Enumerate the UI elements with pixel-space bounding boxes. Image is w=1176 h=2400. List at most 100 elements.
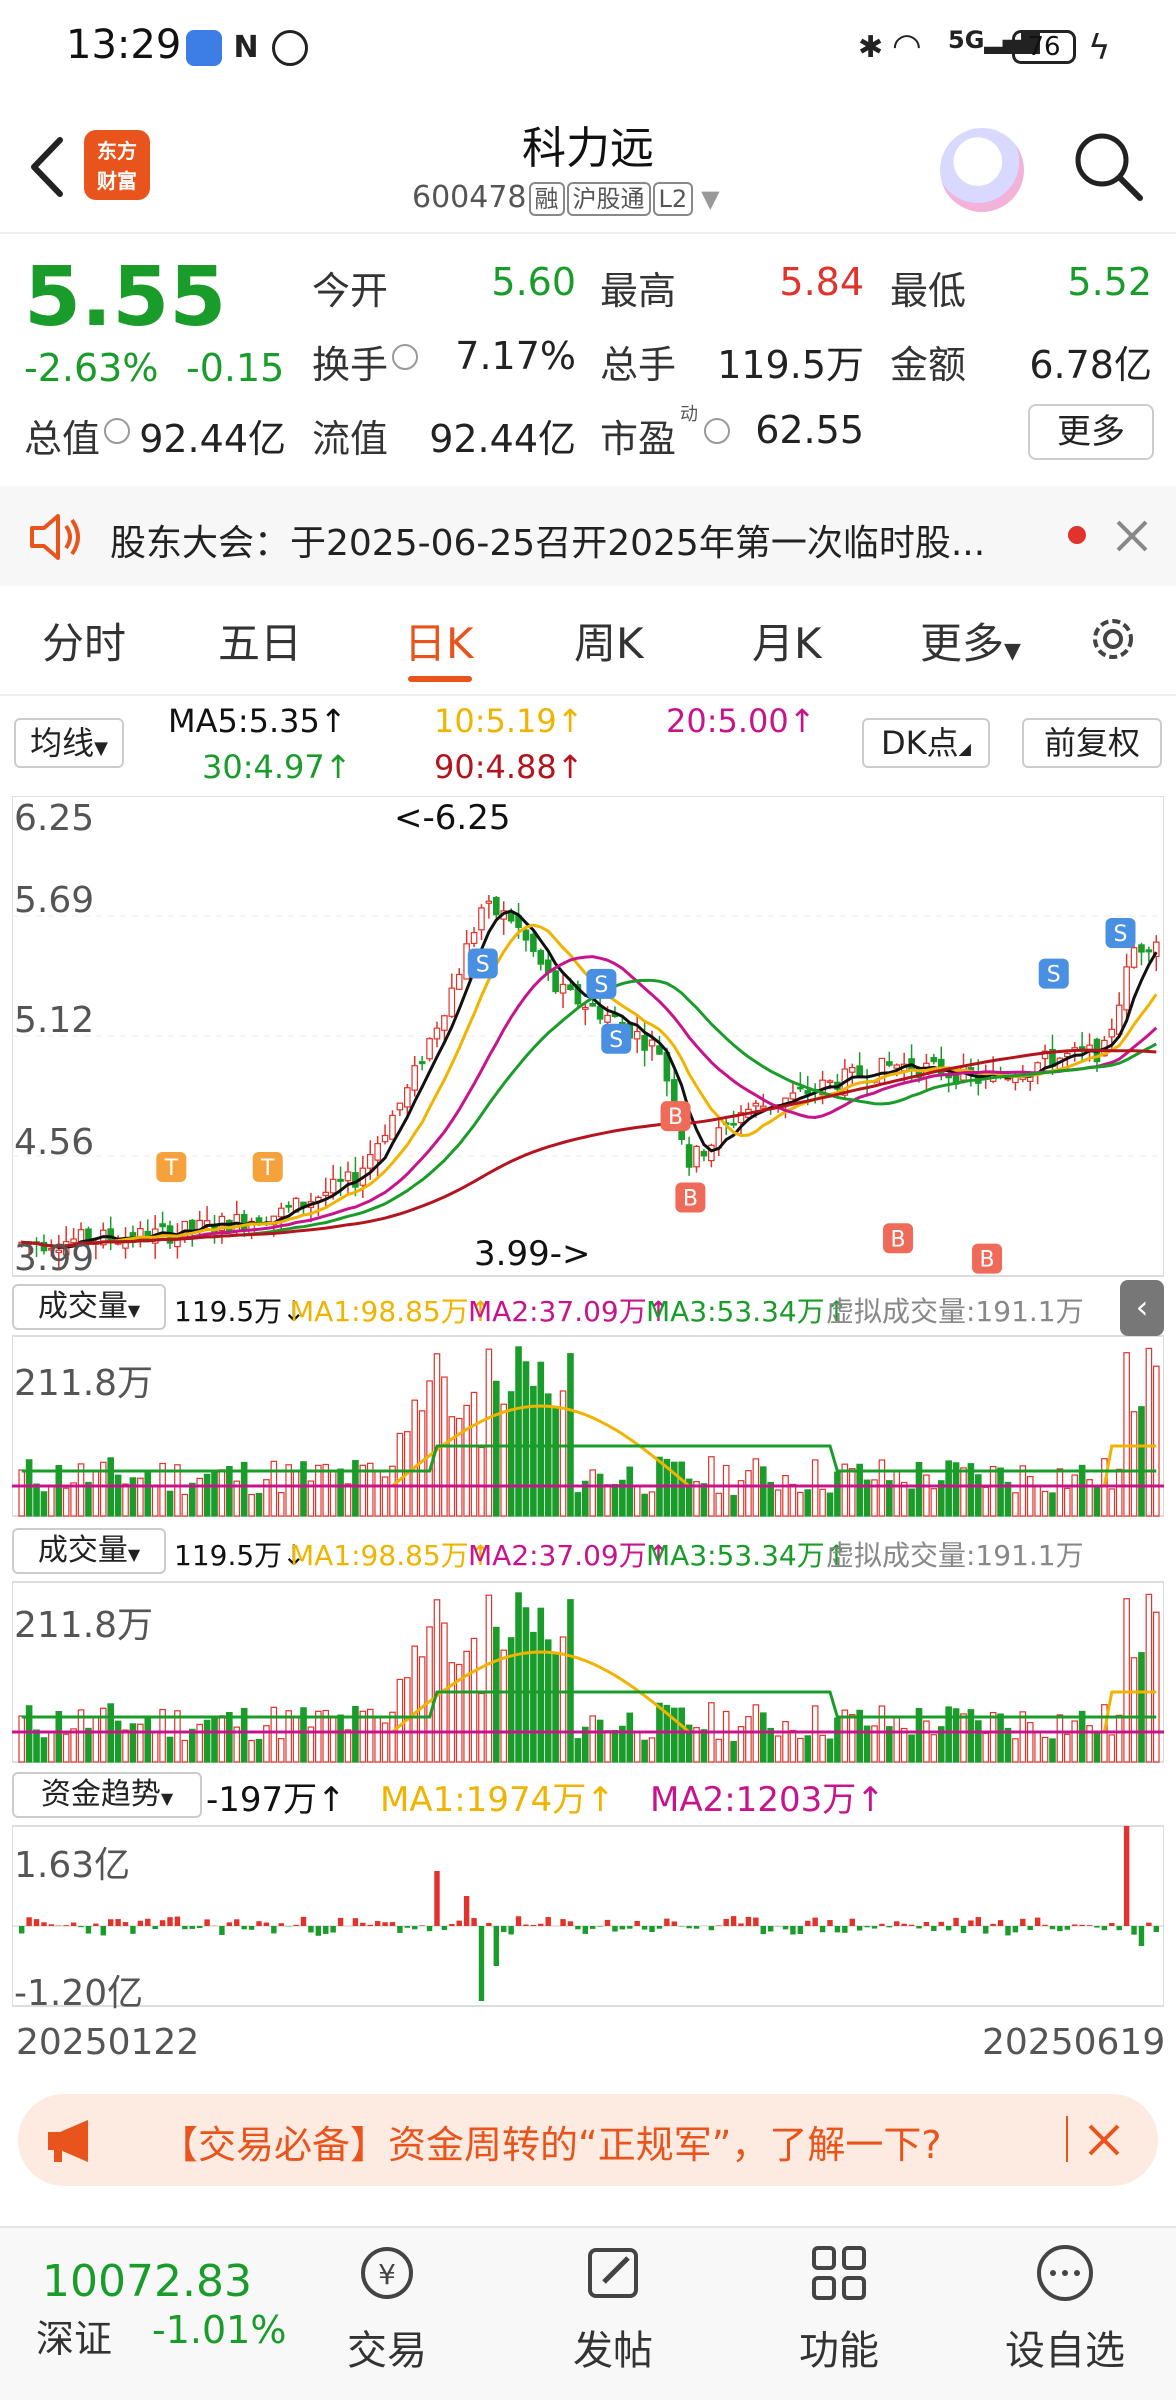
- signal-badge-label: T: [260, 1156, 275, 1181]
- volume-bar: [544, 1393, 552, 1517]
- candle-body: [693, 1145, 700, 1168]
- collapse-panel-icon[interactable]: ‹: [1120, 1280, 1164, 1336]
- price-adjust-selector[interactable]: 前复权: [1022, 718, 1162, 768]
- tab-five-day[interactable]: 五日: [218, 610, 302, 671]
- volume-bar: [463, 1404, 470, 1517]
- settings-gear-icon[interactable]: [1084, 610, 1142, 668]
- fund-bar: [856, 1926, 863, 1931]
- volume-bar: [819, 1734, 826, 1763]
- tab-intraday[interactable]: 分时: [42, 610, 126, 671]
- volume-bar: [381, 1476, 389, 1517]
- charging-icon: ϟ: [1088, 28, 1111, 68]
- volume-bar: [1138, 1652, 1145, 1763]
- fund-bar: [107, 1919, 114, 1926]
- change-value: -0.15: [186, 346, 285, 390]
- candle-body: [411, 1065, 419, 1091]
- volume-bar: [960, 1713, 967, 1763]
- index-change[interactable]: -1.01%: [152, 2308, 286, 2352]
- close-icon[interactable]: [1112, 516, 1152, 556]
- more-button[interactable]: 更多: [1028, 404, 1154, 460]
- stock-chart[interactable]: T T S S S B B B B S S: [12, 796, 1164, 2010]
- fund-bar: [63, 1925, 69, 1926]
- nav-features[interactable]: 功能: [764, 2240, 914, 2376]
- fund-bar: [471, 1918, 477, 1926]
- volume-bar: [1019, 1465, 1027, 1517]
- promo-close-icon[interactable]: [1084, 2120, 1124, 2160]
- candle-body: [1130, 947, 1138, 968]
- volume-selector-1[interactable]: 成交量▼: [12, 1284, 166, 1330]
- tab-weekly-k[interactable]: 周K: [574, 610, 644, 671]
- info-icon[interactable]: [392, 344, 418, 370]
- fund-bar: [1153, 1926, 1159, 1932]
- tab-daily-k[interactable]: 日K: [404, 610, 474, 671]
- current-price: 5.55: [24, 250, 227, 345]
- nav-trade[interactable]: ¥ 交易: [312, 2240, 462, 2376]
- fund-frame: [12, 1825, 1164, 2007]
- tabs-divider: [0, 694, 1176, 696]
- volume-bar: [848, 1714, 856, 1763]
- fund-bar: [827, 1920, 833, 1926]
- index-value[interactable]: 10072.83: [42, 2256, 252, 2307]
- candle-body: [1138, 944, 1145, 953]
- candle-body: [581, 1006, 589, 1010]
- candle-body: [552, 970, 559, 993]
- stat-value: 92.44亿: [139, 417, 286, 461]
- volume-bar: [1056, 1714, 1064, 1763]
- volume-bar: [315, 1710, 322, 1763]
- fund-bar: [226, 1922, 233, 1926]
- dropdown-icon[interactable]: ▼: [701, 185, 719, 213]
- fund-bar: [560, 1919, 566, 1926]
- candle-body: [759, 1105, 767, 1109]
- fund-bar: [797, 1926, 804, 1934]
- fund-bar: [590, 1926, 596, 1929]
- fund-bar: [204, 1919, 210, 1926]
- candle-body: [277, 1207, 285, 1218]
- fund-bar: [404, 1926, 411, 1928]
- index-name[interactable]: 深证: [36, 2308, 112, 2363]
- fund-bar: [538, 1923, 544, 1926]
- tab-more[interactable]: 更多▼: [920, 610, 1021, 671]
- volume-bar: [633, 1731, 641, 1763]
- search-icon[interactable]: [1070, 128, 1146, 204]
- volume-bar: [900, 1727, 908, 1763]
- candle-body: [685, 1144, 693, 1168]
- status-time: 13:29: [66, 22, 182, 68]
- fund-bar: [456, 1920, 462, 1926]
- stat-sup: 动: [680, 404, 698, 425]
- volume-selector-2[interactable]: 成交量▼: [12, 1528, 166, 1574]
- fund-bar: [834, 1926, 841, 1933]
- volume-bar: [641, 1493, 648, 1517]
- volume-bar: [33, 1729, 40, 1763]
- nav-post[interactable]: 发帖: [538, 2240, 688, 2376]
- info-icon[interactable]: [704, 418, 730, 444]
- volume-bar: [989, 1465, 997, 1517]
- volume-bar: [500, 1403, 508, 1517]
- volume-bar: [1145, 1347, 1153, 1517]
- fund-bar: [323, 1926, 329, 1934]
- robot-assistant-avatar[interactable]: [940, 128, 1024, 212]
- signal-badge-label: T: [164, 1156, 179, 1181]
- ma-selector[interactable]: 均线▼: [14, 718, 124, 768]
- volume-bar: [515, 1592, 522, 1763]
- volume-bar: [1026, 1721, 1034, 1763]
- fund-bar: [671, 1921, 677, 1926]
- info-icon[interactable]: [104, 418, 130, 444]
- candle-body: [530, 933, 537, 952]
- fund-bar: [612, 1926, 618, 1932]
- fund-bar: [508, 1926, 514, 1935]
- notice-text[interactable]: 股东大会：于2025-06-25召开2025年第一次临时股...: [110, 514, 985, 566]
- candle-body: [848, 1066, 856, 1073]
- tab-monthly-k[interactable]: 月K: [752, 610, 822, 671]
- promo-text[interactable]: 【交易必备】资金周转的“正规军”，了解一下?: [160, 2114, 942, 2169]
- fund-bar: [923, 1922, 930, 1926]
- volume-bar: [1063, 1733, 1071, 1763]
- volume-bar: [811, 1705, 819, 1763]
- dk-point-selector[interactable]: DK点◢: [862, 718, 990, 768]
- fund-bar: [953, 1917, 959, 1926]
- nav-watchlist[interactable]: 设自选: [990, 2240, 1140, 2376]
- volume-bar: [492, 1380, 500, 1517]
- candle-body: [344, 1171, 352, 1182]
- candle-body: [604, 1014, 611, 1023]
- fund-trend-selector[interactable]: 资金趋势▼: [12, 1772, 202, 1818]
- vol2-max-label: 211.8万: [14, 1605, 154, 1646]
